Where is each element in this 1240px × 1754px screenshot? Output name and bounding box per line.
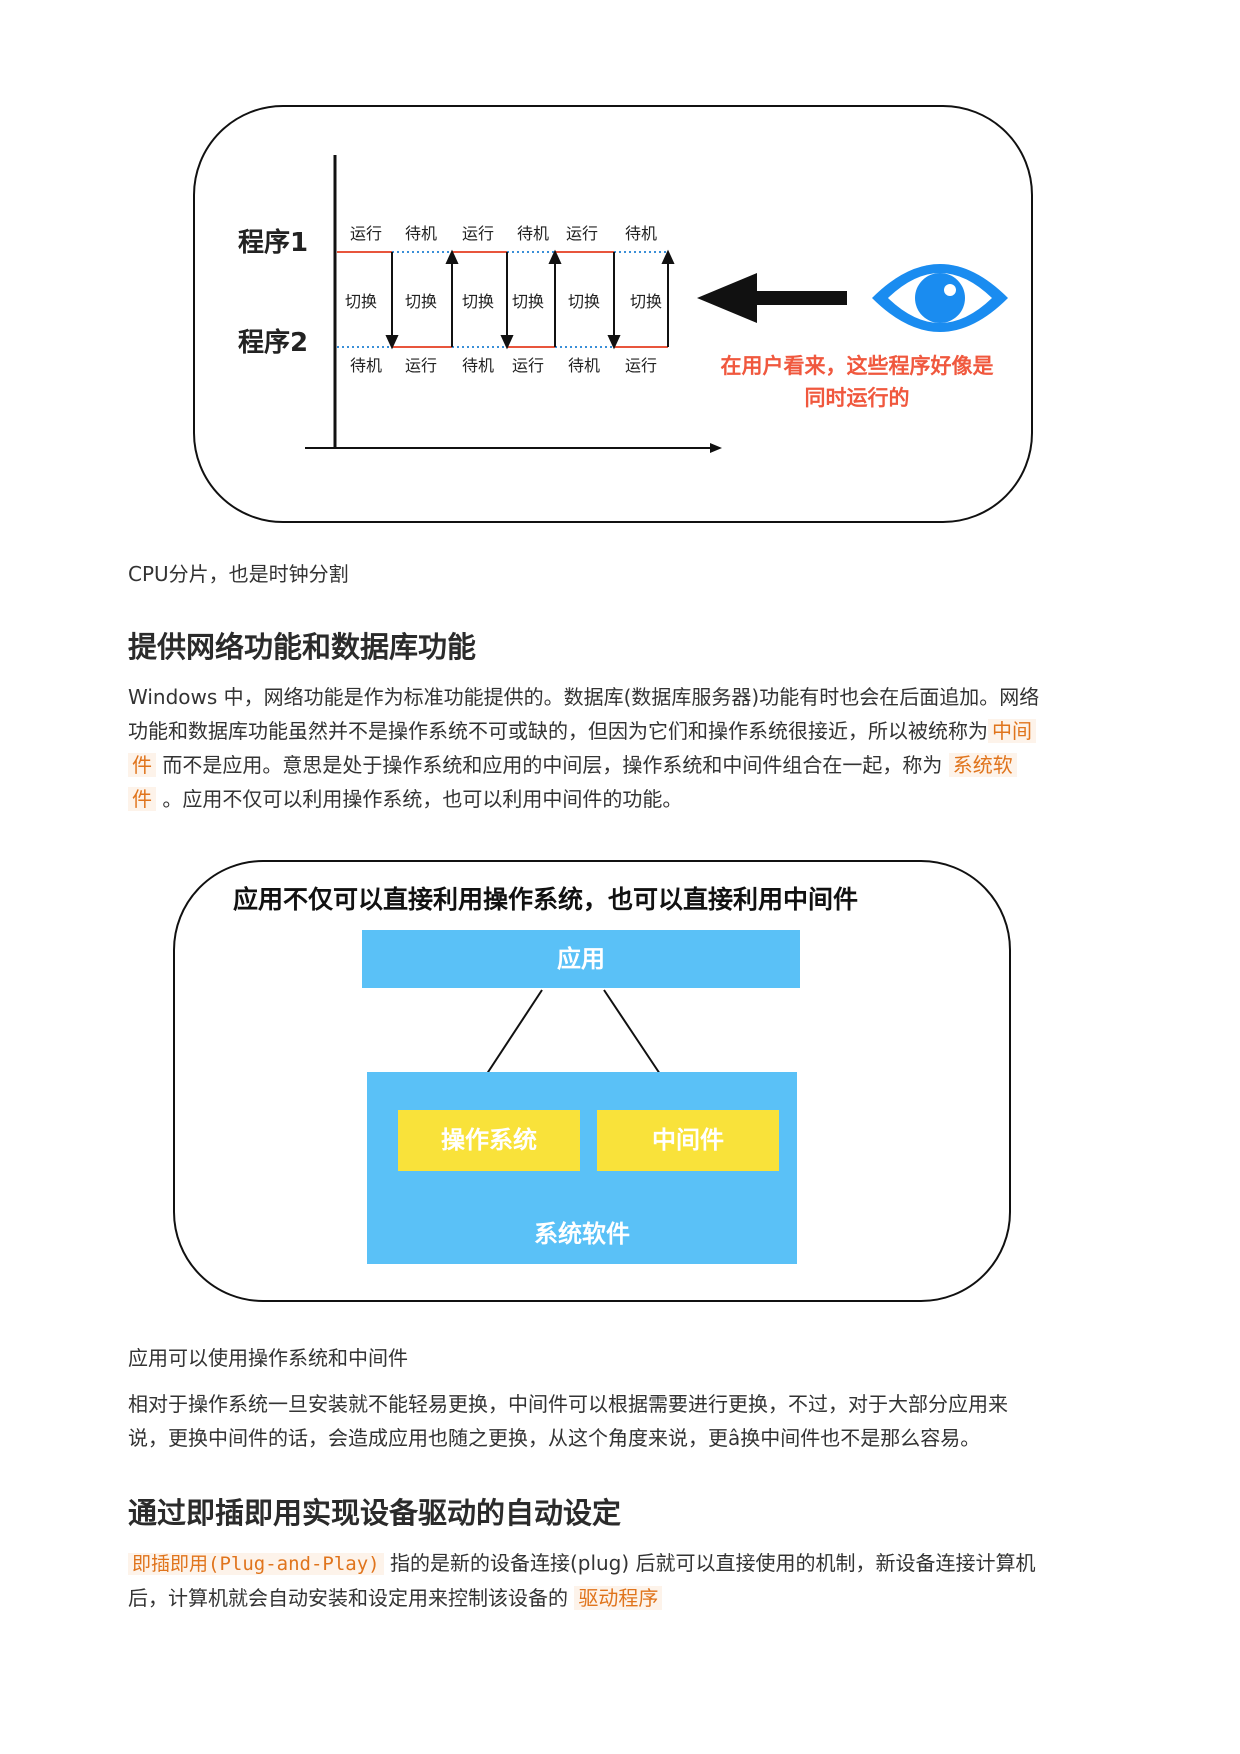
paragraph: 相对于操作系统一旦安装就不能轻易更换，中间件可以根据需要进行更换，不过，对于大部…: [128, 1387, 1118, 1455]
os-box: 操作系统: [398, 1110, 580, 1171]
figure2-caption: 应用可以使用操作系统和中间件: [128, 1346, 408, 1370]
paragraph: 即插即用(Plug-and-Play) 指的是新的设备连接(plug) 后就可以…: [128, 1546, 1118, 1615]
inline-code: 驱动程序: [574, 1586, 663, 1610]
middleware-box: 中间件: [597, 1110, 779, 1171]
section-heading: 通过即插即用实现设备驱动的自动设定: [128, 1496, 622, 1530]
para-text: 指的是新的设备连接(plug) 后就可以直接使用的机制，新设备连接计算机: [389, 1551, 1036, 1575]
para-line: 相对于操作系统一旦安装就不能轻易更换，中间件可以根据需要进行更换，不过，对于大部…: [128, 1392, 1008, 1416]
para-line: 即插即用(Plug-and-Play) 指的是新的设备连接(plug) 后就可以…: [128, 1546, 1118, 1581]
system-software-label: 系统软件: [534, 1220, 630, 1248]
inline-code: 即插即用(Plug-and-Play): [128, 1553, 384, 1575]
para-text: 后，计算机就会自动安装和设定用来控制该设备的: [128, 1586, 568, 1610]
para-line: 后，计算机就会自动安装和设定用来控制该设备的 驱动程序: [128, 1581, 1118, 1615]
para-line: 说，更换中间件的话，会造成应用也随之更换，从这个角度来说，更â换中间件也不是那么…: [128, 1426, 981, 1450]
middleware-label: 中间件: [652, 1126, 724, 1154]
os-label: 操作系统: [441, 1126, 537, 1154]
